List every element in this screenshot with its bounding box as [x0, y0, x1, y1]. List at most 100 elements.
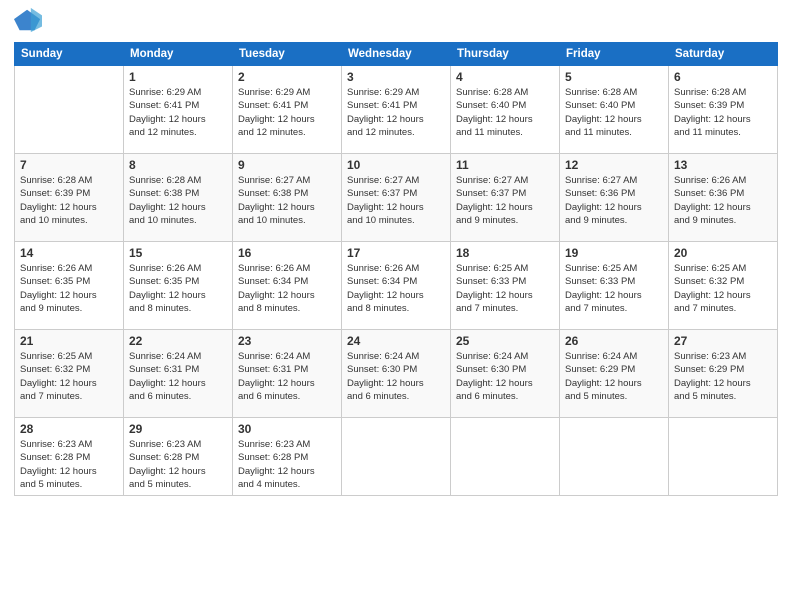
- day-number: 29: [129, 422, 227, 436]
- day-number: 25: [456, 334, 554, 348]
- day-info: Sunrise: 6:24 AMSunset: 6:29 PMDaylight:…: [565, 350, 663, 403]
- day-number: 10: [347, 158, 445, 172]
- day-info: Sunrise: 6:26 AMSunset: 6:34 PMDaylight:…: [238, 262, 336, 315]
- day-info: Sunrise: 6:24 AMSunset: 6:31 PMDaylight:…: [129, 350, 227, 403]
- day-info: Sunrise: 6:26 AMSunset: 6:36 PMDaylight:…: [674, 174, 772, 227]
- day-info: Sunrise: 6:25 AMSunset: 6:32 PMDaylight:…: [674, 262, 772, 315]
- day-cell: 6 Sunrise: 6:28 AMSunset: 6:39 PMDaylight…: [669, 66, 778, 154]
- day-number: 18: [456, 246, 554, 260]
- day-info: Sunrise: 6:27 AMSunset: 6:37 PMDaylight:…: [347, 174, 445, 227]
- day-cell: 3 Sunrise: 6:29 AMSunset: 6:41 PMDaylight…: [342, 66, 451, 154]
- day-number: 24: [347, 334, 445, 348]
- week-row-4: 21 Sunrise: 6:25 AMSunset: 6:32 PMDayligh…: [15, 330, 778, 418]
- day-number: 9: [238, 158, 336, 172]
- day-cell: 26 Sunrise: 6:24 AMSunset: 6:29 PMDayligh…: [560, 330, 669, 418]
- week-row-3: 14 Sunrise: 6:26 AMSunset: 6:35 PMDayligh…: [15, 242, 778, 330]
- day-cell: 29 Sunrise: 6:23 AMSunset: 6:28 PMDayligh…: [124, 418, 233, 496]
- day-number: 8: [129, 158, 227, 172]
- day-cell: 5Sunrise: 6:28 AMSunset: 6:40 PMDaylight…: [560, 66, 669, 154]
- day-cell: 30Sunrise: 6:23 AMSunset: 6:28 PMDayligh…: [233, 418, 342, 496]
- week-row-5: 28Sunrise: 6:23 AMSunset: 6:28 PMDayligh…: [15, 418, 778, 496]
- day-number: 4: [456, 70, 554, 84]
- day-number: 17: [347, 246, 445, 260]
- day-info: Sunrise: 6:27 AMSunset: 6:37 PMDaylight:…: [456, 174, 554, 227]
- day-info: Sunrise: 6:24 AMSunset: 6:30 PMDaylight:…: [456, 350, 554, 403]
- day-number: 21: [20, 334, 118, 348]
- day-info: Sunrise: 6:23 AMSunset: 6:29 PMDaylight:…: [674, 350, 772, 403]
- day-number: 26: [565, 334, 663, 348]
- day-info: Sunrise: 6:23 AMSunset: 6:28 PMDaylight:…: [129, 438, 227, 491]
- day-cell: 8 Sunrise: 6:28 AMSunset: 6:38 PMDaylight…: [124, 154, 233, 242]
- day-number: 19: [565, 246, 663, 260]
- day-cell: 28Sunrise: 6:23 AMSunset: 6:28 PMDayligh…: [15, 418, 124, 496]
- day-info: Sunrise: 6:27 AMSunset: 6:36 PMDaylight:…: [565, 174, 663, 227]
- day-cell: [451, 418, 560, 496]
- day-info: Sunrise: 6:27 AMSunset: 6:38 PMDaylight:…: [238, 174, 336, 227]
- day-info: Sunrise: 6:29 AMSunset: 6:41 PMDaylight:…: [347, 86, 445, 139]
- day-cell: 16 Sunrise: 6:26 AMSunset: 6:34 PMDayligh…: [233, 242, 342, 330]
- day-info: Sunrise: 6:26 AMSunset: 6:34 PMDaylight:…: [347, 262, 445, 315]
- day-number: 20: [674, 246, 772, 260]
- day-number: 12: [565, 158, 663, 172]
- day-cell: [15, 66, 124, 154]
- day-cell: 4 Sunrise: 6:28 AMSunset: 6:40 PMDaylight…: [451, 66, 560, 154]
- day-info: Sunrise: 6:25 AMSunset: 6:33 PMDaylight:…: [565, 262, 663, 315]
- header: [14, 10, 778, 34]
- header-row: SundayMondayTuesdayWednesdayThursdayFrid…: [15, 43, 778, 66]
- day-number: 13: [674, 158, 772, 172]
- day-cell: 17 Sunrise: 6:26 AMSunset: 6:34 PMDayligh…: [342, 242, 451, 330]
- day-info: Sunrise: 6:28 AMSunset: 6:39 PMDaylight:…: [674, 86, 772, 139]
- day-number: 6: [674, 70, 772, 84]
- day-info: Sunrise: 6:26 AMSunset: 6:35 PMDaylight:…: [20, 262, 118, 315]
- day-number: 14: [20, 246, 118, 260]
- day-cell: 15 Sunrise: 6:26 AMSunset: 6:35 PMDayligh…: [124, 242, 233, 330]
- header-cell-wednesday: Wednesday: [342, 43, 451, 66]
- day-number: 23: [238, 334, 336, 348]
- header-cell-monday: Monday: [124, 43, 233, 66]
- day-info: Sunrise: 6:28 AMSunset: 6:39 PMDaylight:…: [20, 174, 118, 227]
- day-cell: 18 Sunrise: 6:25 AMSunset: 6:33 PMDayligh…: [451, 242, 560, 330]
- day-cell: [560, 418, 669, 496]
- day-cell: 24 Sunrise: 6:24 AMSunset: 6:30 PMDayligh…: [342, 330, 451, 418]
- day-cell: 25 Sunrise: 6:24 AMSunset: 6:30 PMDayligh…: [451, 330, 560, 418]
- day-cell: 10 Sunrise: 6:27 AMSunset: 6:37 PMDayligh…: [342, 154, 451, 242]
- day-cell: [669, 418, 778, 496]
- day-info: Sunrise: 6:24 AMSunset: 6:31 PMDaylight:…: [238, 350, 336, 403]
- page: SundayMondayTuesdayWednesdayThursdayFrid…: [0, 0, 792, 612]
- day-info: Sunrise: 6:28 AMSunset: 6:40 PMDaylight:…: [456, 86, 554, 139]
- day-number: 15: [129, 246, 227, 260]
- day-cell: 9 Sunrise: 6:27 AMSunset: 6:38 PMDaylight…: [233, 154, 342, 242]
- header-cell-tuesday: Tuesday: [233, 43, 342, 66]
- day-cell: 14 Sunrise: 6:26 AMSunset: 6:35 PMDayligh…: [15, 242, 124, 330]
- day-number: 27: [674, 334, 772, 348]
- day-cell: 27 Sunrise: 6:23 AMSunset: 6:29 PMDayligh…: [669, 330, 778, 418]
- day-number: 3: [347, 70, 445, 84]
- day-cell: 20 Sunrise: 6:25 AMSunset: 6:32 PMDayligh…: [669, 242, 778, 330]
- logo: [14, 10, 42, 34]
- day-info: Sunrise: 6:24 AMSunset: 6:30 PMDaylight:…: [347, 350, 445, 403]
- day-number: 5: [565, 70, 663, 84]
- day-cell: 13 Sunrise: 6:26 AMSunset: 6:36 PMDayligh…: [669, 154, 778, 242]
- day-cell: 21 Sunrise: 6:25 AMSunset: 6:32 PMDayligh…: [15, 330, 124, 418]
- day-info: Sunrise: 6:25 AMSunset: 6:33 PMDaylight:…: [456, 262, 554, 315]
- day-number: 30: [238, 422, 336, 436]
- day-info: Sunrise: 6:29 AMSunset: 6:41 PMDaylight:…: [238, 86, 336, 139]
- day-number: 2: [238, 70, 336, 84]
- day-number: 7: [20, 158, 118, 172]
- day-cell: 7 Sunrise: 6:28 AMSunset: 6:39 PMDaylight…: [15, 154, 124, 242]
- day-cell: 22 Sunrise: 6:24 AMSunset: 6:31 PMDayligh…: [124, 330, 233, 418]
- day-number: 11: [456, 158, 554, 172]
- day-info: Sunrise: 6:25 AMSunset: 6:32 PMDaylight:…: [20, 350, 118, 403]
- header-cell-sunday: Sunday: [15, 43, 124, 66]
- day-cell: 23 Sunrise: 6:24 AMSunset: 6:31 PMDayligh…: [233, 330, 342, 418]
- day-number: 16: [238, 246, 336, 260]
- calendar-table: SundayMondayTuesdayWednesdayThursdayFrid…: [14, 42, 778, 496]
- day-number: 22: [129, 334, 227, 348]
- header-cell-friday: Friday: [560, 43, 669, 66]
- day-info: Sunrise: 6:26 AMSunset: 6:35 PMDaylight:…: [129, 262, 227, 315]
- day-info: Sunrise: 6:29 AMSunset: 6:41 PMDaylight:…: [129, 86, 227, 139]
- day-cell: 19 Sunrise: 6:25 AMSunset: 6:33 PMDayligh…: [560, 242, 669, 330]
- day-cell: 11 Sunrise: 6:27 AMSunset: 6:37 PMDayligh…: [451, 154, 560, 242]
- day-info: Sunrise: 6:28 AMSunset: 6:38 PMDaylight:…: [129, 174, 227, 227]
- day-number: 1: [129, 70, 227, 84]
